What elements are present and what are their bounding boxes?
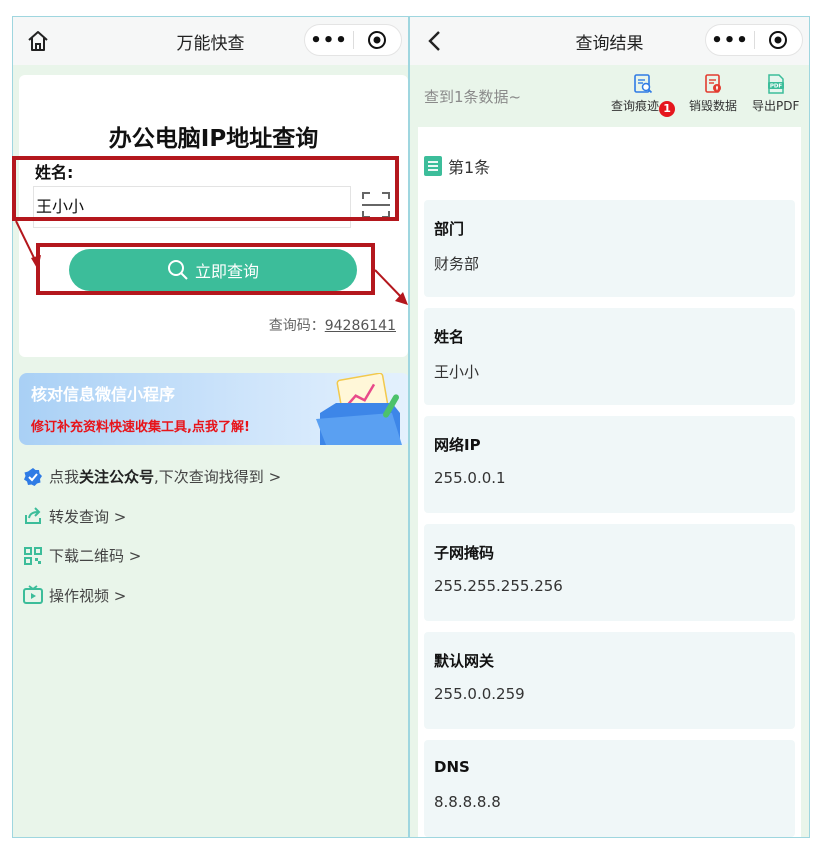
list-icon bbox=[424, 156, 442, 176]
close-miniprogram-button[interactable] bbox=[755, 30, 802, 50]
menu-item-text-post: ,下次查询找得到 > bbox=[154, 468, 282, 487]
field-ip: 网络IP 255.0.0.1 bbox=[424, 416, 795, 513]
history-badge: 1 bbox=[659, 101, 676, 117]
qrcode-icon bbox=[24, 546, 42, 565]
menu-share[interactable]: 转发查询 > bbox=[23, 497, 281, 537]
field-value: 财务部 bbox=[434, 255, 480, 273]
record-header: 第1条 bbox=[424, 154, 490, 178]
more-menu-button[interactable]: ••• bbox=[706, 30, 754, 51]
field-gateway: 默认网关 255.0.0.259 bbox=[424, 632, 795, 729]
banner-title: 核对信息微信小程序 bbox=[31, 385, 176, 404]
history-doc-icon bbox=[634, 74, 653, 94]
export-pdf-button[interactable]: PDF 导出PDF bbox=[752, 73, 799, 114]
destroy-doc-icon bbox=[705, 74, 721, 93]
menu-list: 点我 关注公众号 ,下次查询找得到 > 转发查询 > 下载二维码 > 操作视频 … bbox=[23, 457, 281, 615]
tool-label: 导出PDF bbox=[752, 99, 800, 113]
field-label: DNS bbox=[434, 758, 470, 776]
destroy-data-button[interactable]: 销毁数据 bbox=[689, 73, 737, 114]
button-highlight-box bbox=[36, 243, 375, 295]
pdf-icon: PDF bbox=[767, 74, 784, 94]
field-value: 8.8.8.8.8 bbox=[434, 793, 501, 811]
query-code-label: 查询码： bbox=[268, 318, 325, 334]
menu-item-text: 下载二维码 > bbox=[49, 547, 142, 566]
field-label: 姓名 bbox=[434, 328, 465, 346]
field-label: 网络IP bbox=[434, 436, 481, 454]
query-code-value[interactable]: 94286141 bbox=[325, 318, 396, 334]
verified-icon bbox=[24, 467, 42, 486]
field-value: 255.0.0.259 bbox=[434, 685, 525, 703]
close-miniprogram-button[interactable] bbox=[354, 30, 401, 50]
target-icon bbox=[368, 31, 387, 49]
record-title: 第1条 bbox=[448, 158, 491, 177]
miniprogram-capsule: ••• bbox=[705, 24, 803, 56]
miniprogram-capsule: ••• bbox=[304, 24, 402, 56]
field-value: 王小小 bbox=[434, 363, 480, 381]
field-value: 255.0.0.1 bbox=[434, 469, 506, 487]
field-dns: DNS 8.8.8.8.8 bbox=[424, 740, 795, 837]
menu-download-qrcode[interactable]: 下载二维码 > bbox=[23, 536, 281, 576]
share-icon bbox=[25, 507, 41, 525]
result-body: 第1条 部门 财务部 姓名 王小小 网络IP 255.0.0.1 子网掩码 25… bbox=[410, 127, 809, 837]
result-count: 查到1条数据~ bbox=[424, 88, 522, 106]
menu-follow-account[interactable]: 点我 关注公众号 ,下次查询找得到 > bbox=[23, 457, 281, 497]
folder-chart-illustration bbox=[316, 373, 402, 445]
menu-video[interactable]: 操作视频 > bbox=[23, 576, 281, 616]
menu-item-text-bold: 关注公众号 bbox=[79, 468, 155, 487]
svg-text:PDF: PDF bbox=[770, 84, 783, 90]
query-screen: 万能快查 ••• 办公电脑IP地址查询 姓名: 王小小 立即查询 查询码：942… bbox=[12, 16, 409, 838]
stage: 万能快查 ••• 办公电脑IP地址查询 姓名: 王小小 立即查询 查询码：942… bbox=[0, 0, 820, 849]
target-icon bbox=[769, 31, 788, 49]
field-name: 姓名 王小小 bbox=[424, 308, 795, 405]
menu-item-text-pre: 点我 bbox=[49, 468, 80, 487]
tool-label: 销毁数据 bbox=[689, 99, 738, 113]
promo-banner[interactable]: 核对信息微信小程序 修订补充资料快速收集工具,点我了解! bbox=[19, 373, 408, 445]
field-subnet-mask: 子网掩码 255.255.255.256 bbox=[424, 524, 795, 621]
app-title: 办公电脑IP地址查询 bbox=[108, 126, 319, 152]
more-menu-button[interactable]: ••• bbox=[305, 30, 353, 51]
menu-item-text: 转发查询 > bbox=[49, 507, 127, 526]
banner-subtitle: 修订补充资料快速收集工具,点我了解! bbox=[31, 420, 250, 435]
menu-item-text: 操作视频 > bbox=[49, 586, 127, 605]
tool-label: 查询痕迹 bbox=[611, 99, 660, 113]
field-value: 255.255.255.256 bbox=[434, 577, 563, 595]
right-navbar: 查询结果 ••• bbox=[410, 17, 809, 65]
field-label: 部门 bbox=[434, 220, 465, 238]
left-navbar: 万能快查 ••• bbox=[13, 17, 408, 65]
name-highlight-box bbox=[12, 156, 399, 221]
result-record: 第1条 部门 财务部 姓名 王小小 网络IP 255.0.0.1 子网掩码 25… bbox=[418, 127, 801, 837]
query-history-button[interactable]: 查询痕迹 1 bbox=[611, 73, 676, 117]
video-icon bbox=[23, 585, 43, 605]
query-code: 查询码：94286141 bbox=[269, 315, 396, 335]
field-department: 部门 财务部 bbox=[424, 200, 795, 297]
result-screen: 查询结果 ••• 查到1条数据~ 查询痕迹 1 销毁数据 PDF 导出PDF 第… bbox=[409, 16, 810, 838]
field-label: 子网掩码 bbox=[434, 544, 495, 562]
result-toolbar: 查到1条数据~ 查询痕迹 1 销毁数据 PDF 导出PDF bbox=[410, 65, 809, 127]
field-label: 默认网关 bbox=[434, 652, 495, 670]
